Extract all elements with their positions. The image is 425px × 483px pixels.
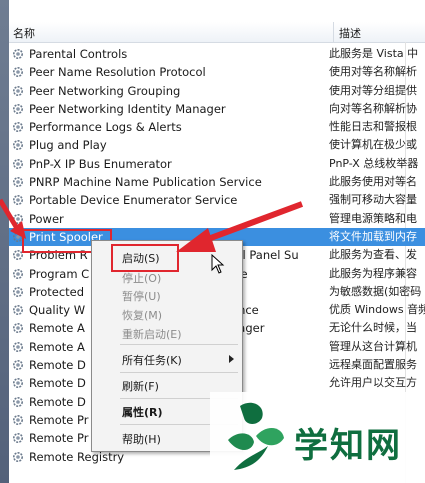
service-gear-icon: [12, 286, 24, 298]
service-row[interactable]: Peer Networking Grouping 使用对等分组提供: [9, 82, 425, 100]
service-name: Remote D: [29, 394, 86, 409]
service-description: 向对等名称解析协: [329, 101, 417, 115]
service-name: Parental Controls: [29, 47, 128, 61]
service-name: Program C: [29, 266, 90, 281]
watermark-leaf-logo-icon: [228, 402, 284, 470]
service-description: 允许用户以交互方: [329, 376, 417, 390]
service-name: Protected: [29, 284, 85, 299]
right-arrow-icon: [176, 201, 304, 252]
service-row[interactable]: Plug and Play 使计算机在极少或: [9, 136, 425, 154]
menu-separator: [120, 372, 238, 373]
service-row[interactable]: Parental Controls 此服务是 Vista 中: [9, 45, 425, 63]
service-gear-icon: [12, 451, 24, 463]
column-header-description[interactable]: 描述: [339, 25, 361, 41]
service-description: 无论什么时候，当: [329, 321, 417, 335]
service-gear-icon: [12, 304, 24, 316]
service-description: 性能日志和警报根: [329, 120, 417, 134]
menu-item-all-tasks[interactable]: 所有任务(K): [122, 352, 182, 368]
service-row[interactable]: Peer Networking Identity Manager 向对等名称解析协: [9, 100, 425, 118]
menu-separator: [120, 344, 238, 345]
service-description: 管理从这台计算机: [329, 339, 417, 353]
service-description: 远程桌面配置服务: [329, 358, 417, 372]
submenu-arrow-icon: [229, 355, 234, 363]
service-name: Peer Networking Grouping: [29, 83, 181, 98]
service-description: 此服务为程序兼容: [329, 266, 417, 280]
service-row[interactable]: PNRP Machine Name Publication Service 此服务…: [9, 173, 425, 191]
service-gear-icon: [12, 158, 24, 170]
menu-item-help[interactable]: 帮助(H): [122, 431, 161, 447]
service-gear-icon: [12, 341, 24, 353]
service-description: 优质 Windows 音频: [329, 303, 425, 317]
service-description: PnP-X 总线枚举器: [329, 156, 419, 170]
service-description: 将文件加载到内存: [329, 229, 417, 243]
service-description: 使用对等分组提供: [329, 83, 417, 97]
left-arrow-icon: [0, 198, 26, 239]
service-description: 管理电源策略和电: [329, 211, 417, 225]
service-row[interactable]: Peer Name Resolution Protocol 使用对等名称解析: [9, 63, 425, 81]
service-description: 使用对等名称解析: [329, 65, 417, 79]
service-name: PnP-X IP Bus Enumerator: [29, 156, 172, 171]
service-gear-icon: [12, 48, 24, 60]
service-gear-icon: [12, 396, 24, 408]
service-gear-icon: [12, 414, 24, 426]
service-gear-icon: [12, 121, 24, 133]
service-name: Performance Logs & Alerts: [29, 120, 182, 135]
service-name: Remote Pr: [29, 412, 89, 427]
service-gear-icon: [12, 139, 24, 151]
service-description: 为敏感数据(如密码: [329, 284, 422, 298]
service-description: 此服务使用对等名: [329, 175, 417, 189]
service-gear-icon: [12, 322, 24, 334]
watermark-text: 学知网: [294, 426, 402, 466]
service-gear-icon: [12, 432, 24, 444]
menu-item-restart[interactable]: 重新启动(E): [122, 326, 182, 342]
service-gear-icon: [12, 359, 24, 371]
service-gear-icon: [12, 66, 24, 78]
mouse-cursor-icon: [211, 254, 225, 274]
column-divider[interactable]: [333, 22, 334, 42]
service-gear-icon: [12, 176, 24, 188]
service-description: 强制可移动大容量: [329, 193, 417, 207]
service-row[interactable]: Performance Logs & Alerts 性能日志和警报根: [9, 118, 425, 136]
service-name: Plug and Play: [29, 138, 107, 153]
service-name: Remote A: [29, 321, 85, 336]
menu-item-stop[interactable]: 停止(O): [122, 270, 161, 286]
menu-item-resume[interactable]: 恢复(M): [122, 307, 162, 323]
service-gear-icon: [12, 377, 24, 389]
service-gear-icon: [12, 85, 24, 97]
service-name: Power: [29, 211, 64, 226]
menu-item-pause[interactable]: 暂停(U): [122, 288, 161, 304]
service-name: Quality W: [29, 303, 86, 318]
service-name: PNRP Machine Name Publication Service: [29, 175, 262, 190]
service-row[interactable]: PnP-X IP Bus Enumerator PnP-X 总线枚举器: [9, 155, 425, 173]
highlight-box-start: [111, 244, 179, 272]
service-gear-icon: [12, 268, 24, 280]
service-name: Remote D: [29, 376, 86, 391]
service-name: Remote Pr: [29, 431, 89, 446]
service-name: Remote A: [29, 339, 85, 354]
service-name: Peer Networking Identity Manager: [29, 101, 226, 116]
menu-item-refresh[interactable]: 刷新(F): [122, 378, 159, 394]
menu-item-properties[interactable]: 属性(R): [122, 404, 163, 420]
list-header: 名称 描述: [9, 22, 425, 43]
column-header-name[interactable]: 名称: [13, 25, 35, 41]
service-description: 使计算机在极少或: [329, 138, 417, 152]
service-name: Peer Name Resolution Protocol: [29, 65, 206, 80]
service-name: Remote D: [29, 358, 86, 373]
service-description: 此服务是 Vista 中: [329, 47, 419, 60]
services-window: 名称 描述 Parental Controls 此服务是 Vista 中 Peer …: [0, 0, 425, 483]
service-gear-icon: [12, 103, 24, 115]
service-description: 此服务为查看、发: [329, 248, 417, 262]
